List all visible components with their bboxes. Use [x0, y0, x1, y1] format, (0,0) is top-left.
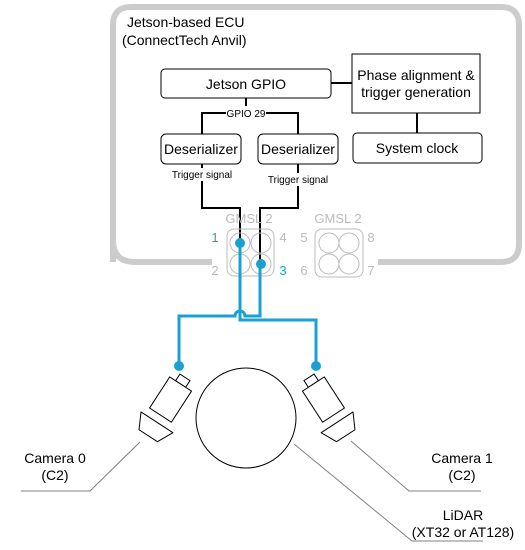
camera-1-callout: [350, 440, 481, 492]
pin-8-label: 8: [367, 230, 374, 245]
gpio-29-label: GPIO 29: [227, 109, 266, 120]
gmsl-connector-2: GMSL 2 5 6 7 8: [300, 211, 374, 278]
pin-1-label: 1: [211, 230, 218, 245]
pin-7-label: 7: [367, 263, 374, 278]
pin-2-label: 2: [211, 263, 218, 278]
deserializer-0-label: Deserializer: [164, 141, 238, 157]
lidar-model: (XT32 or AT128): [412, 524, 514, 540]
pin-3-label: 3: [279, 263, 286, 278]
camera-0-plug: [174, 361, 184, 371]
cable-camera-0: [177, 264, 262, 366]
camera-1-plug: [311, 361, 321, 371]
lidar-icon: [195, 367, 297, 469]
camera-0-model: (C2): [41, 467, 68, 483]
camera-0-label: Camera 0: [24, 450, 86, 466]
gmsl-1-label: GMSL 2: [225, 211, 272, 226]
diagram: Jetson-based ECU (ConnectTech Anvil) Jet…: [21, 4, 522, 542]
gmsl-2-label: GMSL 2: [314, 211, 361, 226]
lidar-label: LiDAR: [443, 507, 483, 523]
pin-3-dot: [256, 259, 266, 269]
pin-1-dot: [235, 238, 245, 248]
gpio-line-left: [201, 112, 226, 134]
trigger-0-label: Trigger signal: [172, 170, 232, 181]
ecu-subtitle: (ConnectTech Anvil): [122, 32, 247, 48]
trigger-1-label: Trigger signal: [268, 175, 328, 186]
deserializer-1-label: Deserializer: [261, 141, 335, 157]
pin-4-label: 4: [279, 230, 286, 245]
gmsl-connector-1: GMSL 2 1 2 3 4: [211, 211, 286, 278]
phase-alignment-label-2: trigger generation: [361, 84, 471, 100]
pin-6-label: 6: [300, 263, 307, 278]
ecu-frame-left-bottom: [110, 239, 212, 265]
system-clock-label: System clock: [376, 140, 459, 156]
gpio-line-right: [266, 112, 299, 134]
camera-1-model: (C2): [448, 467, 475, 483]
camera-0-icon: [138, 373, 193, 443]
ecu-title: Jetson-based ECU: [127, 14, 245, 30]
jetson-gpio-label: Jetson GPIO: [206, 76, 286, 92]
phase-alignment-label-1: Phase alignment &: [357, 67, 475, 83]
pin-5-label: 5: [300, 230, 307, 245]
camera-1-label: Camera 1: [431, 450, 493, 466]
camera-1-icon: [301, 373, 356, 443]
